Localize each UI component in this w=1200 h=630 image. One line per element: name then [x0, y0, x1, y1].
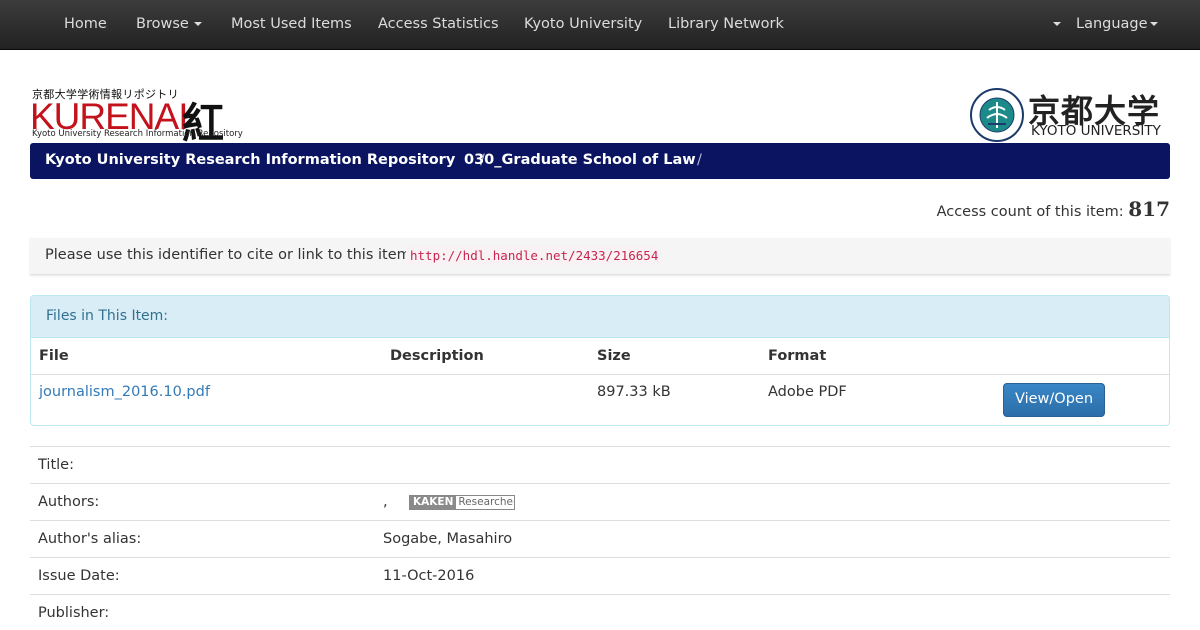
nav-browse[interactable]: Browse [136, 0, 202, 50]
access-count: Access count of this item: 817 [937, 197, 1170, 221]
files-panel: Files in This Item: File Description Siz… [30, 295, 1170, 426]
metadata-key: Title: [38, 457, 74, 473]
breadcrumb: Kyoto University Research Information Re… [30, 143, 1170, 179]
kaken-badge-label: KAKEN [410, 496, 457, 509]
files-heading: Files in This Item: [46, 308, 169, 324]
kaken-badge-sub: Researcher [458, 496, 515, 508]
metadata-value: , [383, 494, 388, 510]
cite-label: Please use this identifier to cite or li… [45, 247, 416, 263]
files-panel-heading: Files in This Item: [31, 296, 1169, 338]
kurenai-logo-kanji: 紅 [182, 99, 225, 148]
nav-home[interactable]: Home [64, 0, 107, 50]
kyoto-university-logo[interactable]: 京都大学 KYOTO UNIVERSITY [970, 88, 1170, 142]
table-row: Authors: , KAKEN Researcher [30, 483, 1170, 520]
nav-library-network[interactable]: Library Network [668, 0, 784, 50]
metadata-value: Sogabe, Masahiro [383, 531, 513, 547]
access-count-label: Access count of this item: [936, 204, 1124, 220]
caret-down-icon [1149, 22, 1158, 26]
metadata-key: Authors: [38, 494, 100, 510]
nav-dropdown-toggle[interactable] [1048, 0, 1061, 50]
top-navbar: Home Browse Most Used Items Access Stati… [0, 0, 1200, 50]
view-open-button[interactable]: View/Open [1003, 383, 1105, 417]
kurenai-logo-subtitle: Kyoto University Research Information Re… [32, 129, 243, 139]
file-link[interactable]: journalism_2016.10.pdf [39, 384, 210, 400]
nav-kyoto-university[interactable]: Kyoto University [524, 0, 642, 50]
table-row: Publisher: [30, 594, 1170, 630]
metadata-key: Author's alias: [38, 531, 142, 547]
table-divider [31, 374, 1169, 375]
breadcrumb-separator: / [697, 152, 702, 168]
handle-url[interactable]: http://hdl.handle.net/2433/216654 [406, 246, 663, 265]
table-row: Title: [30, 446, 1170, 483]
access-count-value: 817 [1128, 197, 1170, 221]
kaken-researcher-badge[interactable]: KAKEN Researcher [409, 495, 515, 510]
breadcrumb-graduate-school-of-law[interactable]: 030_Graduate School of Law [464, 152, 696, 168]
kyoto-logo-en: KYOTO UNIVERSITY [1031, 123, 1161, 139]
table-row: Author's alias: Sogabe, Masahiro [30, 520, 1170, 557]
cite-identifier-well: Please use this identifier to cite or li… [30, 238, 1170, 275]
nav-most-used[interactable]: Most Used Items [231, 0, 352, 50]
university-seal-icon [970, 88, 1024, 142]
nav-language[interactable]: Language [1076, 0, 1158, 50]
kurenai-logo[interactable]: 京都大学学術情報リポジトリ KURENAI 紅 Kyoto University… [30, 86, 243, 148]
breadcrumb-repository[interactable]: Kyoto University Research Information Re… [45, 152, 455, 168]
nav-language-label: Language [1076, 16, 1148, 32]
table-row: Issue Date: 11-Oct-2016 [30, 557, 1170, 594]
nav-access-statistics[interactable]: Access Statistics [378, 0, 499, 50]
column-header-description: Description [390, 348, 484, 364]
metadata-value: 11-Oct-2016 [383, 568, 475, 584]
caret-down-icon [1053, 22, 1061, 26]
column-header-size: Size [597, 348, 631, 364]
file-format: Adobe PDF [768, 384, 847, 400]
column-header-file: File [39, 348, 69, 364]
metadata-key: Issue Date: [38, 568, 120, 584]
nav-browse-label: Browse [136, 16, 189, 32]
metadata-key: Publisher: [38, 605, 110, 621]
column-header-format: Format [768, 348, 827, 364]
caret-down-icon [193, 22, 202, 26]
file-size: 897.33 kB [597, 384, 671, 400]
